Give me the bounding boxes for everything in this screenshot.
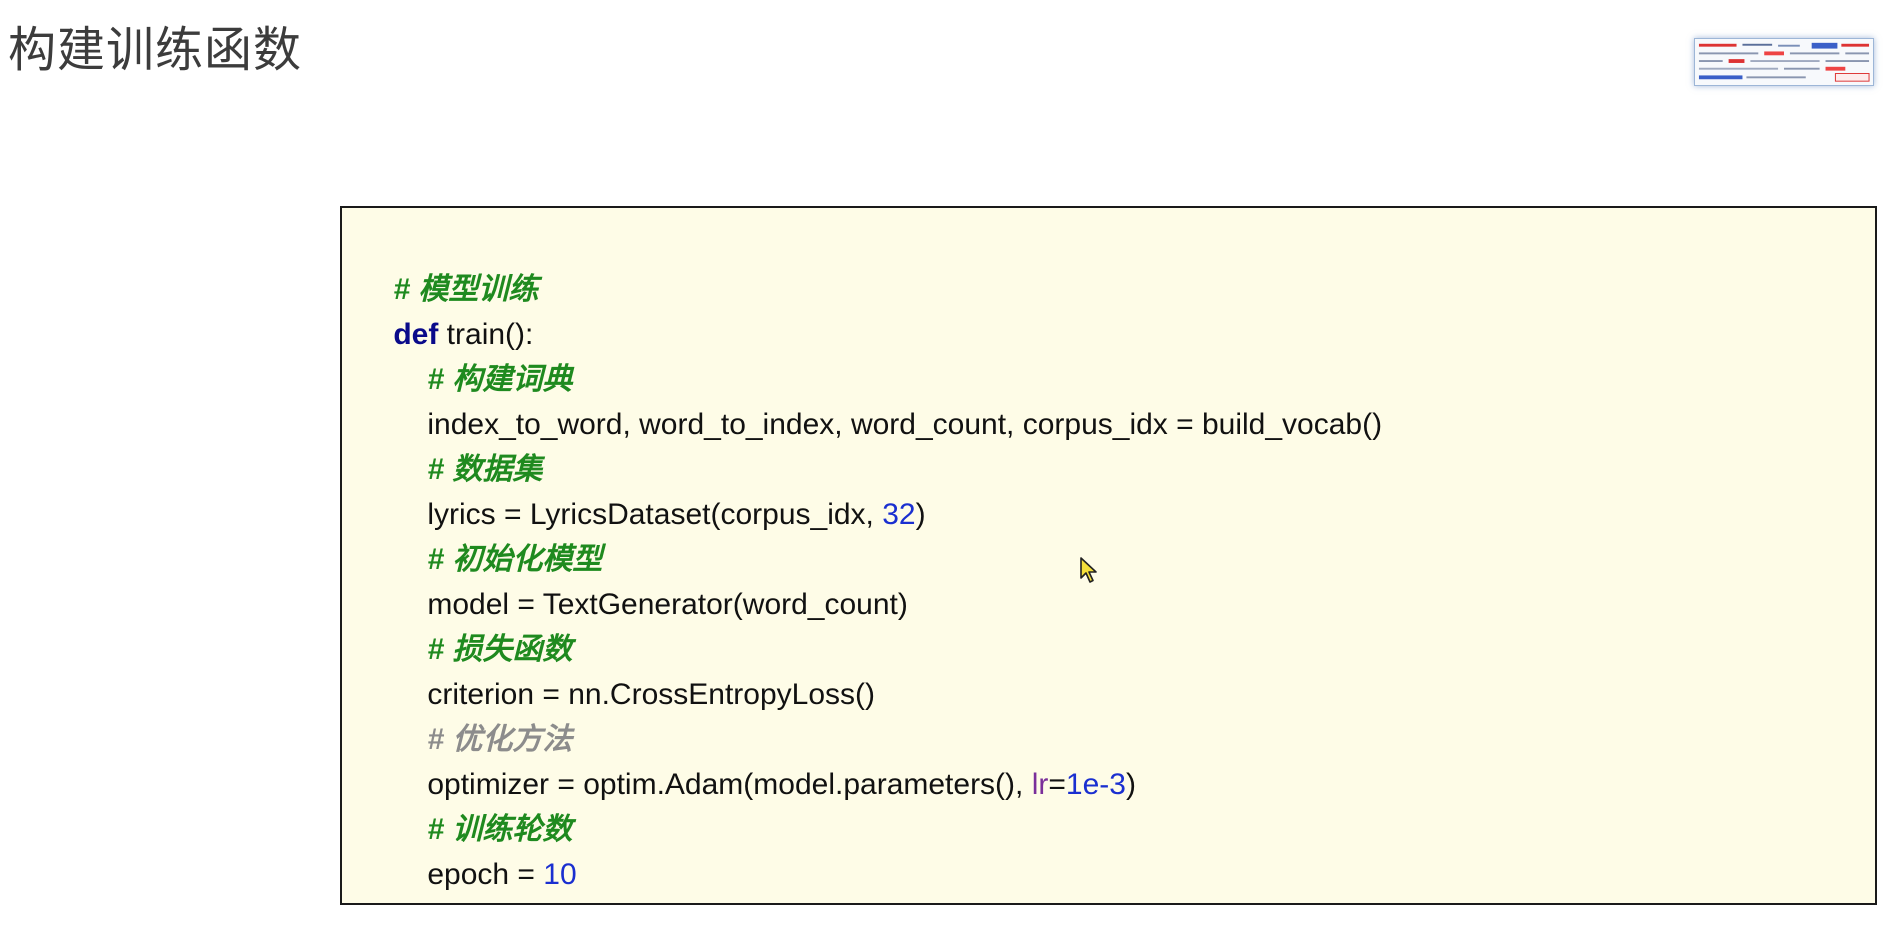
slide-title: 构建训练函数 (8, 22, 303, 78)
code-text: train(): (438, 318, 534, 351)
code-line: criterion = nn.CrossEntropyLoss() (360, 627, 1875, 711)
code-comment: # 优化方法 (427, 723, 573, 756)
code-kwarg: lr (1031, 768, 1049, 801)
code-number: 10 (543, 858, 577, 891)
slide-thumbnail[interactable] (1694, 38, 1874, 86)
slide-thumbnail-image (1695, 39, 1873, 85)
code-line: # 构建词典 (360, 312, 1875, 396)
code-number: 32 (882, 498, 916, 531)
code-text: ) (915, 498, 926, 531)
code-text: lyrics = LyricsDataset(corpus_idx, (427, 498, 883, 531)
code-text: model = TextGenerator(word_count) (427, 588, 908, 621)
code-line: epoch = 10 (360, 807, 1875, 891)
code-text: = (1048, 768, 1066, 801)
code-block: # 模型训练 def train(): # 构建词典 index_to_word… (340, 206, 1877, 905)
code-comment: # 构建词典 (427, 363, 573, 396)
code-line: index_to_word, word_to_index, word_count… (360, 357, 1875, 441)
code-comment: # 损失函数 (427, 633, 573, 666)
code-comment: # 模型训练 (393, 273, 539, 306)
mouse-pointer-icon (1079, 556, 1099, 584)
code-text: optimizer = optim.Adam(model.parameters(… (427, 768, 1032, 801)
code-number: 1e-3 (1065, 768, 1126, 801)
code-line: def train(): (360, 267, 1875, 351)
code-line: # 模型训练 (360, 222, 1875, 306)
code-comment: # 数据集 (427, 453, 543, 486)
code-comment: # 训练轮数 (427, 813, 573, 846)
code-line: optimizer = optim.Adam(model.parameters(… (360, 717, 1875, 801)
code-text: ) (1125, 768, 1136, 801)
code-comment: # 初始化模型 (427, 543, 603, 576)
code-text: index_to_word, word_to_index, word_count… (427, 408, 1383, 441)
code-line: lyrics = LyricsDataset(corpus_idx, 32) (360, 447, 1875, 531)
code-keyword: def (393, 318, 439, 351)
code-text: epoch = (427, 858, 544, 891)
code-text: criterion = nn.CrossEntropyLoss() (427, 678, 876, 711)
